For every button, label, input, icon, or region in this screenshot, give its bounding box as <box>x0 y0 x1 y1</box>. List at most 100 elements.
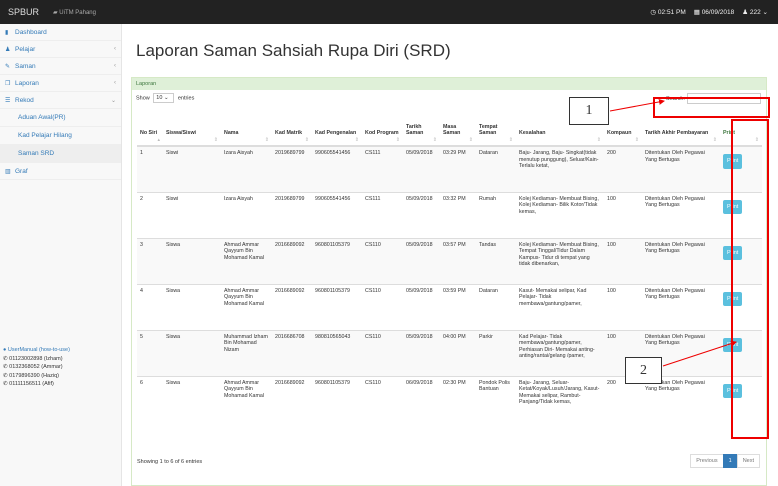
column-header[interactable]: Kad Matrik ⇕ <box>272 115 312 147</box>
sidebar-item-label: Dashboard <box>15 28 47 36</box>
edit-icon: ✎ <box>5 63 11 70</box>
sort-icon: ⇕ <box>304 136 309 143</box>
sort-icon: ⇕ <box>596 136 601 143</box>
table-cell: CS110 <box>362 375 403 422</box>
sort-icon: ⇕ <box>468 136 473 143</box>
help-block: ● UserManual (how-to-use) ✆ 01123002898 … <box>3 346 70 389</box>
sidebar-item-label: Rekod <box>15 96 34 104</box>
table-cell: 05/09/2018 <box>403 283 440 330</box>
sidebar-item-dashboard[interactable]: ▮ Dashboard <box>0 24 121 41</box>
user-manual-link[interactable]: ● UserManual (how-to-use) <box>3 346 70 355</box>
column-header[interactable]: Masa Saman ⇕ <box>440 115 476 147</box>
table-cell: 200 <box>604 145 642 192</box>
table-row: 3 Siswa Ahmad Ammar Qayyum Bin Mohamad Kam… <box>137 237 762 284</box>
table-cell: 960801105379 <box>312 283 362 330</box>
time-text: 02:51 PM <box>657 9 686 16</box>
phone-icon: ✆ <box>3 372 8 379</box>
chevron-icon: ‹ <box>114 63 116 69</box>
sidebar-item-graf[interactable]: ▥ Graf <box>0 163 121 180</box>
header-label: No Siri <box>140 130 158 136</box>
contact-text: 0179896390 (Haziq) <box>9 372 59 379</box>
table-cell: Izara Aisyah <box>221 145 272 192</box>
table-cell: Ahmad Ammar Qayyum Bin Mohamad Kamal <box>221 375 272 422</box>
table-cell: CS110 <box>362 283 403 330</box>
column-header[interactable]: Tarikh Akhir Pembayaran ⇕ <box>642 115 720 147</box>
table-cell: CS111 <box>362 145 403 192</box>
column-header[interactable]: Siswa/Siswi ⇕ <box>163 115 221 147</box>
column-header[interactable]: Kompaun ⇕ <box>604 115 642 147</box>
header-label: Masa Saman <box>443 123 461 137</box>
table-info: Showing 1 to 6 of 6 entries <box>137 459 203 465</box>
table-cell: Dataran <box>476 145 516 192</box>
table-cell: Izara Aisyah <box>221 191 272 238</box>
table-cell: CS110 <box>362 237 403 284</box>
table-cell: 960801105379 <box>312 375 362 422</box>
sidebar-item-laporan[interactable]: ❐ Laporan ‹ <box>0 75 121 92</box>
table-cell: 02:30 PM <box>440 375 476 422</box>
table-cell: 2019689799 <box>272 191 312 238</box>
column-header[interactable]: Nama ⇕ <box>221 115 272 147</box>
table-row: 5 Siswa Muhammad Izham Bin Mohamad Nizam 20… <box>137 329 762 376</box>
user-id: 222 <box>749 9 761 16</box>
sidebar-subitem[interactable]: Saman SRD <box>0 145 121 163</box>
entries-select[interactable]: 10 ⌄ <box>153 93 175 103</box>
table-cell: Siswa <box>163 329 221 376</box>
table-cell: 2016689092 <box>272 237 312 284</box>
table-cell: 05/09/2018 <box>403 329 440 376</box>
previous-button[interactable]: Previous <box>690 454 724 468</box>
table-cell: 3 <box>137 237 163 284</box>
table-row: 2 Siswi Izara Aisyah 2019689799 990605541456… <box>137 191 762 238</box>
sort-icon: ⇕ <box>432 136 437 143</box>
column-header[interactable]: No Siri ▴ <box>137 115 163 147</box>
callout-1: 1 <box>569 97 609 125</box>
page-1-button[interactable]: 1 <box>722 454 738 468</box>
column-header[interactable]: Tempat Saman ⇕ <box>476 115 516 147</box>
header-label: Kad Pengenalan <box>315 130 357 136</box>
table-cell: Muhammad Izham Bin Mohamad Nizam <box>221 329 272 376</box>
table-cell: 4 <box>137 283 163 330</box>
next-button[interactable]: Next <box>736 454 760 468</box>
header-label: Kad Matrik <box>275 130 303 136</box>
entries-label: entries <box>177 95 195 102</box>
table-cell: 980810565043 <box>312 329 362 376</box>
table-cell: Kolej Kediaman- Membuat Bising, Kolej Ke… <box>516 191 604 238</box>
sidebar-item-pelajar[interactable]: ♟ Pelajar ‹ <box>0 41 121 58</box>
table-cell: 2016686708 <box>272 329 312 376</box>
table-cell: Baju- Jarang, Seluar- Ketat/Koyak/Lusuh/… <box>516 375 604 422</box>
bookmark-icon: ▮ <box>5 29 9 36</box>
table-cell: 05/09/2018 <box>403 237 440 284</box>
table-cell: Dataran <box>476 283 516 330</box>
table-cell: 960801105379 <box>312 237 362 284</box>
user-menu[interactable]: ♟ 222 ⌄ <box>742 8 768 16</box>
table-cell: CS111 <box>362 191 403 238</box>
table-row: 1 Siswi Izara Aisyah 2019689799 990605541456… <box>137 145 762 192</box>
table-cell: Ditentukan Oleh Pegawai Yang Bertugas <box>642 145 720 192</box>
table-cell: Ditentukan Oleh Pegawai Yang Bertugas <box>642 191 720 238</box>
panel-heading: Laporan <box>132 78 766 90</box>
table-cell: Kolej Kediaman- Membuat Bising, Tempat T… <box>516 237 604 284</box>
sidebar-item-saman[interactable]: ✎ Saman ‹ <box>0 58 121 75</box>
column-header[interactable]: Kad Pengenalan ⇕ <box>312 115 362 147</box>
sidebar-item-label: Laporan <box>15 79 39 87</box>
table-row: 4 Siswa Ahmad Ammar Qayyum Bin Mohamad Kam… <box>137 283 762 330</box>
sidebar-subitem[interactable]: Kad Pelajar Hilang <box>0 127 121 145</box>
table-cell: 05/09/2018 <box>403 145 440 192</box>
column-header[interactable]: Kod Program ⇕ <box>362 115 403 147</box>
table-row: 6 Siswa Ahmad Ammar Qayyum Bin Mohamad Kam… <box>137 375 762 422</box>
contact-phone: ✆ 0132368052 (Ammar) <box>3 363 70 372</box>
column-header[interactable]: Tarikh Saman ⇕ <box>403 115 440 147</box>
sidebar-subitem[interactable]: Aduan Awal(PR) <box>0 109 121 127</box>
contact-text: 01123002898 (Izham) <box>9 355 63 362</box>
table-cell: Baju- Jarang, Baju- Singkat(tidak menutu… <box>516 145 604 192</box>
header-label: Tempat Saman <box>479 123 498 137</box>
sidebar-item-rekod[interactable]: ☰ Rekod ⌄ <box>0 92 121 109</box>
saman-table: No Siri ▴ Siswa/Siswi ⇕ Nama ⇕ Kad Matrik ⇕ Kad … <box>137 115 762 422</box>
phone-icon: ✆ <box>3 355 8 362</box>
brand-logo[interactable]: SPBUR <box>8 7 39 17</box>
table-cell: 03:32 PM <box>440 191 476 238</box>
table-cell: 03:29 PM <box>440 145 476 192</box>
sort-icon: ⇕ <box>634 136 639 143</box>
pagination: Previous 1 Next <box>690 454 760 468</box>
header-label: Siswa/Siswi <box>166 130 197 136</box>
sidebar-item-label: Saman <box>15 62 36 70</box>
